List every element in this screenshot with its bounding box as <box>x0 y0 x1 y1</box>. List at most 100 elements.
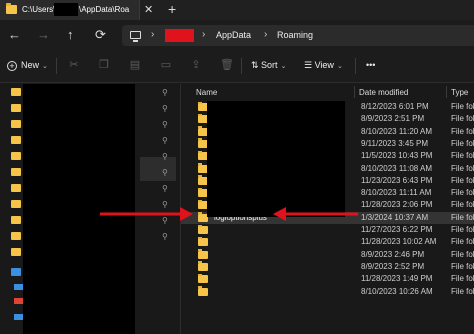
folder-icon[interactable] <box>11 152 21 160</box>
tab-title-suffix: \AppData\Roa <box>79 5 130 14</box>
folder-icon[interactable] <box>11 216 21 224</box>
this-pc-icon <box>130 31 141 42</box>
navigation-pane: ⚲ ⚲ ⚲ ⚲ ⚲ ⚲ ⚲ ⚲ ⚲ ⚲ <box>0 84 180 334</box>
folder-icon[interactable] <box>11 136 21 144</box>
pin-icon[interactable]: ⚲ <box>162 88 168 97</box>
drive-icon[interactable] <box>14 284 23 290</box>
pin-icon[interactable]: ⚲ <box>162 200 168 209</box>
date-modified: 8/10/2023 11:11 AM <box>361 188 432 198</box>
breadcrumb-roaming[interactable]: Roaming <box>277 30 313 40</box>
copy-icon[interactable]: ❐ <box>98 58 110 71</box>
delete-icon[interactable]: 🗑 <box>220 58 234 71</box>
redacted-username-crumb[interactable] <box>165 29 194 42</box>
new-tab-button[interactable]: + <box>168 1 176 17</box>
folder-icon <box>198 261 208 271</box>
date-modified: 11/23/2023 6:43 PM <box>361 175 433 185</box>
folder-row[interactable]: 8/10/2023 10:26 AM File fold <box>181 286 474 298</box>
date-modified: 8/10/2023 10:26 AM <box>361 286 433 296</box>
folder-icon[interactable] <box>11 232 21 240</box>
breadcrumb-appdata[interactable]: AppData <box>216 30 251 40</box>
date-modified: 8/10/2023 11:08 AM <box>361 163 433 173</box>
pin-icon[interactable]: ⚲ <box>162 184 168 193</box>
cut-icon[interactable]: ✂ <box>68 58 80 71</box>
this-pc-icon[interactable] <box>11 268 21 276</box>
folder-icon[interactable] <box>11 104 21 112</box>
pin-icon[interactable]: ⚲ <box>162 232 168 241</box>
title-bar: C:\Users\ \AppData\Roa ✕ + <box>0 0 474 20</box>
folder-icon[interactable] <box>11 248 21 256</box>
column-divider[interactable] <box>446 86 447 98</box>
view-button[interactable]: ☰ View ⌄ <box>304 60 343 71</box>
share-icon[interactable]: ⇪ <box>190 58 202 71</box>
new-label: New <box>21 60 40 70</box>
drive-icon[interactable] <box>14 298 23 304</box>
address-bar[interactable]: › › AppData › Roaming <box>122 25 474 46</box>
folder-row[interactable]: 8/9/2023 2:46 PM File fold <box>181 249 474 261</box>
back-button[interactable]: ← <box>8 27 21 42</box>
tab-title-prefix: C:\Users\ <box>22 5 56 14</box>
pin-icon[interactable]: ⚲ <box>162 104 168 113</box>
rename-icon[interactable]: ▭ <box>160 58 172 71</box>
redacted-username <box>54 3 78 16</box>
column-divider[interactable] <box>354 86 355 98</box>
column-type[interactable]: Type <box>451 88 468 97</box>
divider <box>56 58 57 74</box>
file-type: File fold <box>451 286 474 296</box>
more-options-button[interactable]: ••• <box>366 60 375 70</box>
file-list: Name Date modified Type 8/12/2023 6:01 P… <box>181 84 474 334</box>
date-modified: 1/3/2024 10:37 AM <box>361 212 429 222</box>
chevron-right-icon: › <box>264 29 268 40</box>
pin-icon[interactable]: ⚲ <box>162 168 168 177</box>
file-type: File fold <box>451 212 474 222</box>
folder-icon[interactable] <box>11 168 21 176</box>
folder-icon <box>198 224 208 234</box>
column-name[interactable]: Name <box>196 88 217 97</box>
folder-icon[interactable] <box>11 88 21 96</box>
column-date-modified[interactable]: Date modified <box>359 88 408 97</box>
divider <box>241 58 242 74</box>
folder-icon <box>198 286 208 296</box>
folder-row[interactable]: 8/9/2023 2:52 PM File fold <box>181 261 474 273</box>
pin-icon[interactable]: ⚲ <box>162 136 168 145</box>
file-type: File fold <box>451 151 474 161</box>
refresh-button[interactable]: ⟳ <box>95 27 106 43</box>
close-tab-icon[interactable]: ✕ <box>144 3 153 16</box>
sort-button[interactable]: ⇅ Sort ⌄ <box>251 60 286 71</box>
date-modified: 8/9/2023 2:52 PM <box>361 261 425 271</box>
folder-icon[interactable] <box>11 120 21 128</box>
date-modified: 11/28/2023 1:49 PM <box>361 274 433 284</box>
drive-icon[interactable] <box>14 314 23 320</box>
date-modified: 11/27/2023 6:22 PM <box>361 225 433 234</box>
pin-icon[interactable]: ⚲ <box>162 120 168 129</box>
date-modified: 11/5/2023 10:43 PM <box>361 151 433 161</box>
explorer-tab[interactable]: C:\Users\ \AppData\Roa <box>0 0 140 20</box>
file-type: File fold <box>451 114 474 124</box>
pin-icon[interactable]: ⚲ <box>162 216 168 225</box>
plus-icon: + <box>7 61 17 71</box>
file-type: File fold <box>451 225 474 234</box>
file-type: File fold <box>451 249 474 259</box>
file-type: File fold <box>451 163 474 173</box>
folder-row[interactable]: 11/28/2023 1:49 PM File fold <box>181 273 474 285</box>
folder-row[interactable]: 11/28/2023 10:02 AM File fold <box>181 236 474 248</box>
new-button[interactable]: + New ⌄ <box>7 60 48 71</box>
divider <box>355 58 356 74</box>
file-type: File fold <box>451 175 474 185</box>
folder-icon <box>6 3 17 14</box>
forward-button[interactable]: → <box>37 27 50 42</box>
sort-icon: ⇅ <box>251 60 262 70</box>
paste-icon[interactable]: ▤ <box>129 58 141 71</box>
file-type: File fold <box>451 200 474 210</box>
folder-row[interactable]: 11/27/2023 6:22 PM File fold <box>181 224 474 236</box>
pin-icon[interactable]: ⚲ <box>162 152 168 161</box>
file-type: File fold <box>451 138 474 148</box>
folder-icon[interactable] <box>11 184 21 192</box>
nav-selected-item[interactable] <box>140 157 176 181</box>
redacted-folder-names <box>207 101 345 217</box>
folder-icon <box>198 236 208 247</box>
folder-icon[interactable] <box>11 200 21 208</box>
date-modified: 11/28/2023 2:06 PM <box>361 200 433 210</box>
folder-icon <box>198 273 208 284</box>
up-button[interactable]: ↑ <box>67 27 74 42</box>
address-row: ← → ↑ ⟳ › › AppData › Roaming <box>0 20 474 50</box>
